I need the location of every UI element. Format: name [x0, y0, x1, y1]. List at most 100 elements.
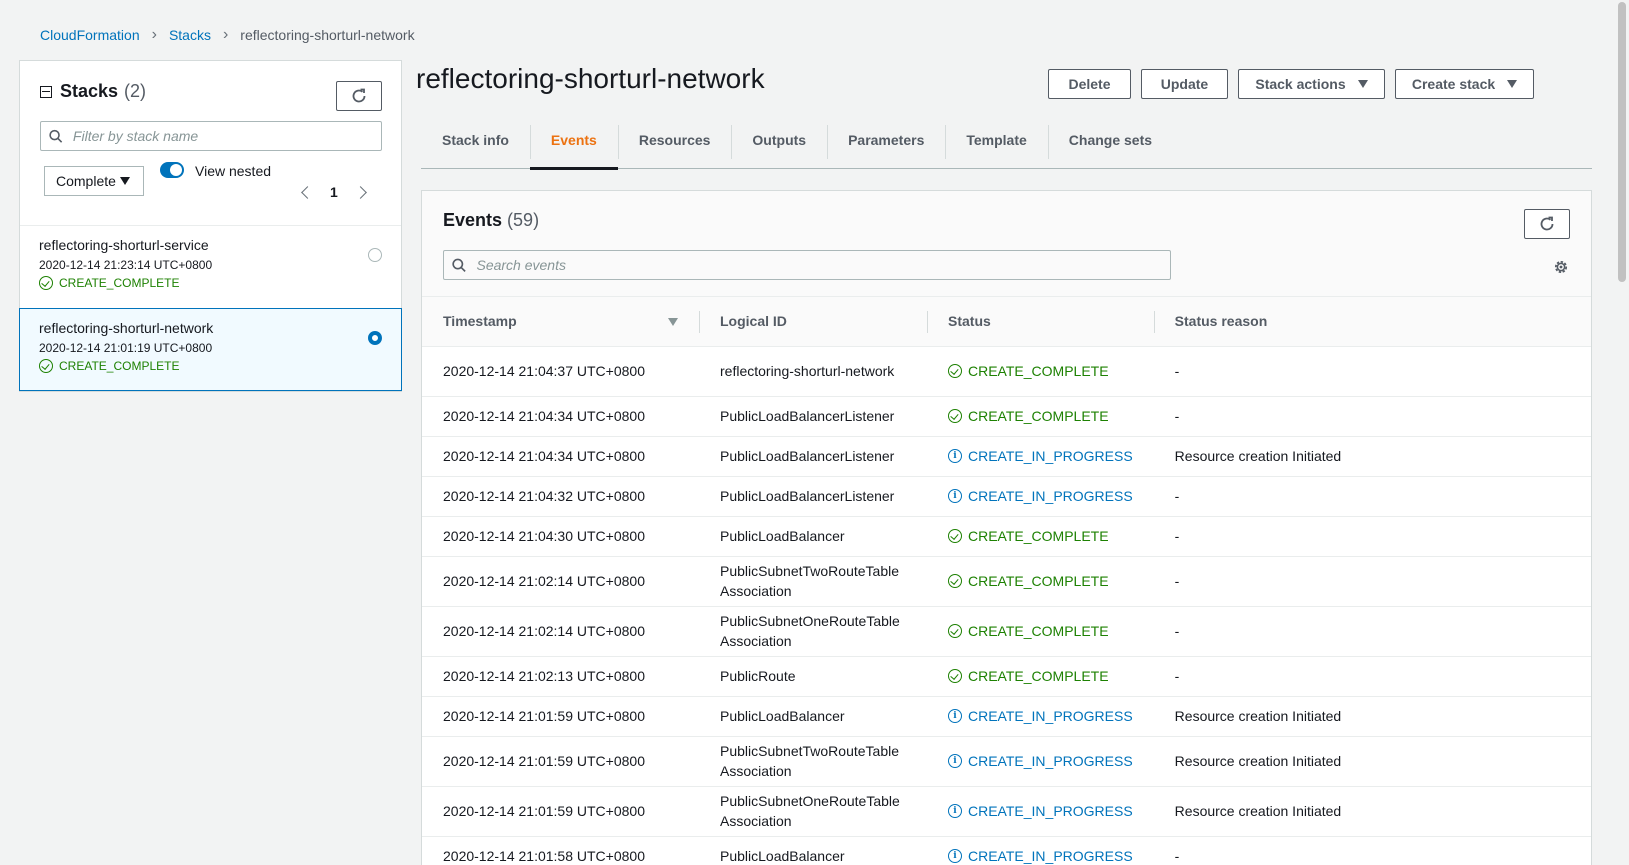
stack-date: 2020-12-14 21:01:19 UTC+0800: [39, 341, 213, 355]
events-count: (59): [507, 210, 540, 230]
status-text: CREATE_COMPLETE: [968, 573, 1109, 589]
table-row: 2020-12-14 21:04:32 UTC+0800 PublicLoadBa…: [422, 476, 1591, 517]
status-filter-select[interactable]: Complete: [44, 166, 144, 196]
page-title: reflectoring-shorturl-network: [416, 63, 765, 94]
status-filter-value: Complete: [56, 173, 116, 189]
cell-status: i CREATE_IN_PROGRESS: [927, 696, 1154, 737]
status-text: CREATE_IN_PROGRESS: [968, 488, 1133, 504]
tab-events[interactable]: Events: [529, 123, 618, 170]
collapse-icon[interactable]: [40, 85, 52, 98]
cell-status-reason: Resource creation Initiated: [1153, 736, 1591, 787]
status-text: CREATE_IN_PROGRESS: [968, 803, 1133, 819]
events-table: Timestamp Logical ID Status Status reaso…: [422, 297, 1591, 865]
status-indicator: i CREATE_IN_PROGRESS: [948, 801, 1133, 821]
cell-logical-id: PublicLoadBalancerListener: [699, 476, 927, 517]
events-search-input[interactable]: [476, 257, 1170, 273]
cell-timestamp: 2020-12-14 21:04:34 UTC+0800: [422, 436, 699, 477]
status-text: CREATE_COMPLETE: [968, 363, 1109, 379]
column-header-status[interactable]: Status: [927, 297, 1154, 347]
status-indicator: CREATE_COMPLETE: [948, 361, 1133, 381]
cell-status-reason: Resource creation Initiated: [1153, 436, 1591, 477]
stacks-pagination: 1: [301, 184, 367, 200]
events-search-field: [443, 250, 1171, 280]
stack-radio[interactable]: [368, 248, 382, 262]
status-indicator: i CREATE_IN_PROGRESS: [948, 751, 1133, 771]
status-indicator: i CREATE_IN_PROGRESS: [948, 706, 1133, 726]
tab-resources[interactable]: Resources: [617, 123, 732, 169]
cell-logical-id: PublicLoadBalancerListener: [699, 396, 927, 437]
cell-timestamp: 2020-12-14 21:04:37 UTC+0800: [422, 346, 699, 397]
create-stack-button[interactable]: Create stack: [1395, 69, 1534, 99]
status-indicator: CREATE_COMPLETE: [948, 526, 1133, 546]
stack-list-item[interactable]: reflectoring-shorturl-network 2020-12-14…: [19, 308, 402, 391]
chevron-left-icon[interactable]: [301, 185, 314, 199]
cell-status: CREATE_COMPLETE: [927, 396, 1154, 437]
cell-timestamp: 2020-12-14 21:01:59 UTC+0800: [422, 696, 699, 737]
stacks-panel: Stacks (2) Complete View nested 1 reflec…: [19, 60, 402, 392]
cell-status-reason: -: [1153, 606, 1591, 657]
stacks-panel-title: Stacks (2): [40, 81, 381, 102]
cell-status-reason: -: [1153, 476, 1591, 517]
info-icon: i: [948, 754, 962, 768]
success-check-icon: [948, 364, 962, 378]
stack-tabs: Stack info Events Resources Outputs Para…: [421, 123, 1592, 170]
cell-status: CREATE_COMPLETE: [927, 516, 1154, 557]
info-icon: i: [948, 449, 962, 463]
stacks-refresh-button[interactable]: [336, 81, 382, 111]
scrollbar-thumb[interactable]: [1618, 2, 1626, 282]
column-header-status-reason[interactable]: Status reason: [1153, 297, 1591, 347]
status-indicator: i CREATE_IN_PROGRESS: [948, 486, 1133, 506]
cell-timestamp: 2020-12-14 21:04:30 UTC+0800: [422, 516, 699, 557]
tab-stack-info[interactable]: Stack info: [421, 123, 530, 169]
events-refresh-button[interactable]: [1524, 209, 1570, 239]
cell-status: i CREATE_IN_PROGRESS: [927, 476, 1154, 517]
page-scrollbar[interactable]: [1616, 0, 1626, 865]
success-check-icon: [948, 669, 962, 683]
stack-name[interactable]: reflectoring-shorturl-network: [39, 320, 382, 336]
cell-timestamp: 2020-12-14 21:04:34 UTC+0800: [422, 396, 699, 437]
tab-change-sets[interactable]: Change sets: [1047, 123, 1173, 169]
tab-template[interactable]: Template: [945, 123, 1047, 169]
refresh-icon: [352, 88, 366, 103]
info-icon: i: [948, 849, 962, 863]
sort-desc-icon[interactable]: [668, 318, 678, 326]
chevron-right-icon[interactable]: [353, 185, 367, 199]
current-page[interactable]: 1: [330, 184, 338, 200]
table-header-row: Timestamp Logical ID Status Status reaso…: [422, 297, 1591, 347]
stack-filter-input[interactable]: [72, 128, 381, 144]
info-icon: i: [948, 804, 962, 818]
cell-logical-id: PublicRoute: [699, 656, 927, 697]
delete-button[interactable]: Delete: [1048, 69, 1131, 99]
column-header-logical-id[interactable]: Logical ID: [699, 297, 927, 347]
stacks-title: Stacks: [60, 81, 119, 101]
view-nested-toggle[interactable]: [160, 162, 184, 178]
cell-logical-id: PublicSubnetOneRouteTableAssociation: [699, 786, 927, 837]
tab-parameters[interactable]: Parameters: [827, 123, 945, 169]
events-table-body: 2020-12-14 21:04:37 UTC+0800 reflectoring…: [422, 346, 1591, 865]
stack-actions-button[interactable]: Stack actions: [1238, 69, 1385, 99]
status-text: CREATE_COMPLETE: [968, 408, 1109, 424]
column-header-timestamp[interactable]: Timestamp: [422, 297, 699, 347]
cell-status: CREATE_COMPLETE: [927, 346, 1154, 397]
cell-status-reason: -: [1153, 396, 1591, 437]
stacks-panel-header: Stacks (2) Complete View nested 1: [20, 61, 401, 226]
cell-timestamp: 2020-12-14 21:02:14 UTC+0800: [422, 606, 699, 657]
gear-icon[interactable]: [1553, 259, 1569, 275]
stack-name[interactable]: reflectoring-shorturl-service: [39, 237, 382, 253]
cell-status-reason: -: [1153, 836, 1591, 865]
success-check-icon: [39, 276, 53, 290]
status-text: CREATE_IN_PROGRESS: [968, 448, 1133, 464]
table-row: 2020-12-14 21:04:37 UTC+0800 reflectoring…: [422, 346, 1591, 397]
breadcrumb-current: reflectoring-shorturl-network: [240, 27, 415, 43]
breadcrumb-stacks[interactable]: Stacks: [169, 27, 211, 43]
status-text: CREATE_IN_PROGRESS: [968, 753, 1133, 769]
caret-down-icon: [119, 177, 130, 185]
events-title: Events (59): [443, 210, 539, 231]
caret-down-icon: [1507, 80, 1518, 88]
stack-list-item[interactable]: reflectoring-shorturl-service 2020-12-14…: [20, 226, 401, 309]
tab-outputs[interactable]: Outputs: [731, 123, 827, 169]
status-indicator: i CREATE_IN_PROGRESS: [948, 446, 1133, 466]
stack-radio-selected[interactable]: [368, 331, 382, 345]
update-button[interactable]: Update: [1141, 69, 1228, 99]
breadcrumb-cloudformation[interactable]: CloudFormation: [40, 27, 140, 43]
